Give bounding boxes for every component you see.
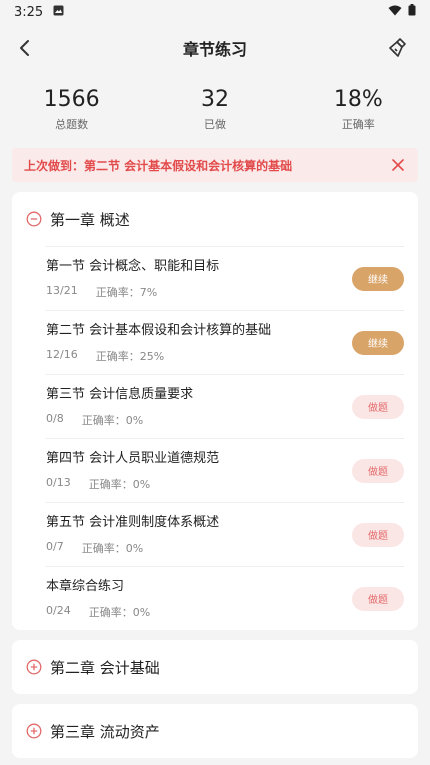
battery-icon (408, 4, 416, 20)
stats-summary: 1566 总题数 32 已做 18% 正确率 (0, 72, 430, 142)
section-accuracy: 正确率：0% (88, 477, 151, 491)
section-list: 第一节 会计概念、职能和目标 13/21 正确率：7% 继续 第二节 会计基本假… (12, 246, 418, 630)
section-row[interactable]: 本章综合练习 0/24 正确率：0% 做题 (46, 566, 404, 630)
start-practice-button[interactable]: 做题 (352, 522, 404, 547)
collapse-icon (26, 211, 42, 227)
stat-accuracy: 18% 正确率 (298, 86, 418, 132)
page-title: 章节练习 (182, 40, 247, 59)
section-progress: 13/21 (46, 283, 78, 297)
chapter-header-2[interactable]: 第二章 会计基础 (12, 640, 418, 694)
chapter-title-2: 第二章 会计基础 (50, 658, 160, 677)
back-button[interactable] (12, 36, 36, 60)
start-practice-button[interactable]: 做题 (352, 394, 404, 419)
stat-accuracy-value: 18% (333, 87, 383, 112)
stat-accuracy-label: 正确率 (341, 118, 375, 131)
chapter-title-1: 第一章 概述 (50, 210, 130, 229)
chapter-header-1[interactable]: 第一章 概述 (12, 192, 418, 246)
stat-total-value: 1566 (43, 87, 100, 112)
stat-total-label: 总题数 (55, 118, 89, 131)
section-accuracy: 正确率：7% (95, 285, 158, 299)
continue-button[interactable]: 继续 (352, 330, 404, 355)
stat-done: 32 已做 (155, 86, 275, 132)
section-progress: 0/24 (46, 603, 71, 617)
section-row[interactable]: 第五节 会计准则制度体系概述 0/7 正确率：0% 做题 (46, 502, 404, 566)
continue-button[interactable]: 继续 (352, 266, 404, 291)
section-name: 第三节 会计信息质量要求 (46, 386, 194, 402)
close-icon (392, 159, 404, 171)
stat-done-value: 32 (200, 87, 229, 112)
expand-icon (26, 723, 42, 739)
start-practice-button[interactable]: 做题 (352, 586, 404, 611)
last-position-text: 上次做到：第二节 会计基本假设和会计核算的基础 (24, 158, 293, 173)
section-row[interactable]: 第四节 会计人员职业道德规范 0/13 正确率：0% 做题 (46, 438, 404, 502)
expand-icon (26, 659, 42, 675)
section-name: 第一节 会计概念、职能和目标 (46, 258, 220, 274)
close-banner-button[interactable] (390, 157, 406, 173)
section-name: 第四节 会计人员职业道德规范 (46, 450, 220, 466)
stat-total: 1566 总题数 (12, 86, 132, 132)
clean-button[interactable] (384, 34, 412, 62)
last-position-banner[interactable]: 上次做到：第二节 会计基本假设和会计核算的基础 (12, 148, 418, 182)
section-accuracy: 正确率：25% (95, 349, 165, 363)
section-name: 本章综合练习 (46, 578, 125, 594)
section-progress: 0/8 (46, 411, 64, 425)
section-row[interactable]: 第一节 会计概念、职能和目标 13/21 正确率：7% 继续 (46, 246, 404, 310)
status-bar: 3:25 (0, 0, 430, 24)
chapter-card-2[interactable]: 第二章 会计基础 (12, 640, 418, 694)
section-name: 第二节 会计基本假设和会计核算的基础 (46, 322, 272, 338)
gallery-icon (53, 5, 64, 20)
section-progress: 0/7 (46, 539, 64, 553)
section-accuracy: 正确率：0% (81, 541, 144, 555)
chapter-title-3: 第三章 流动资产 (50, 722, 160, 741)
section-accuracy: 正确率：0% (88, 605, 151, 619)
section-progress: 0/13 (46, 475, 71, 489)
status-time: 3:25 (14, 4, 44, 20)
chapter-header-3[interactable]: 第三章 流动资产 (12, 704, 418, 758)
section-name: 第五节 会计准则制度体系概述 (46, 514, 220, 530)
broom-icon (389, 38, 406, 57)
section-row[interactable]: 第二节 会计基本假设和会计核算的基础 12/16 正确率：25% 继续 (46, 310, 404, 374)
stat-done-label: 已做 (203, 118, 226, 131)
chapter-card-1: 第一章 概述 第一节 会计概念、职能和目标 13/21 正确率：7% 继续 第二… (12, 192, 418, 630)
chapter-card-3[interactable]: 第三章 流动资产 (12, 704, 418, 758)
section-progress: 12/16 (46, 347, 78, 361)
chevron-left-icon (20, 40, 29, 56)
nav-bar: 章节练习 (0, 24, 430, 72)
start-practice-button[interactable]: 做题 (352, 458, 404, 483)
wifi-icon (388, 5, 402, 20)
section-accuracy: 正确率：0% (81, 413, 144, 427)
section-row[interactable]: 第三节 会计信息质量要求 0/8 正确率：0% 做题 (46, 374, 404, 438)
